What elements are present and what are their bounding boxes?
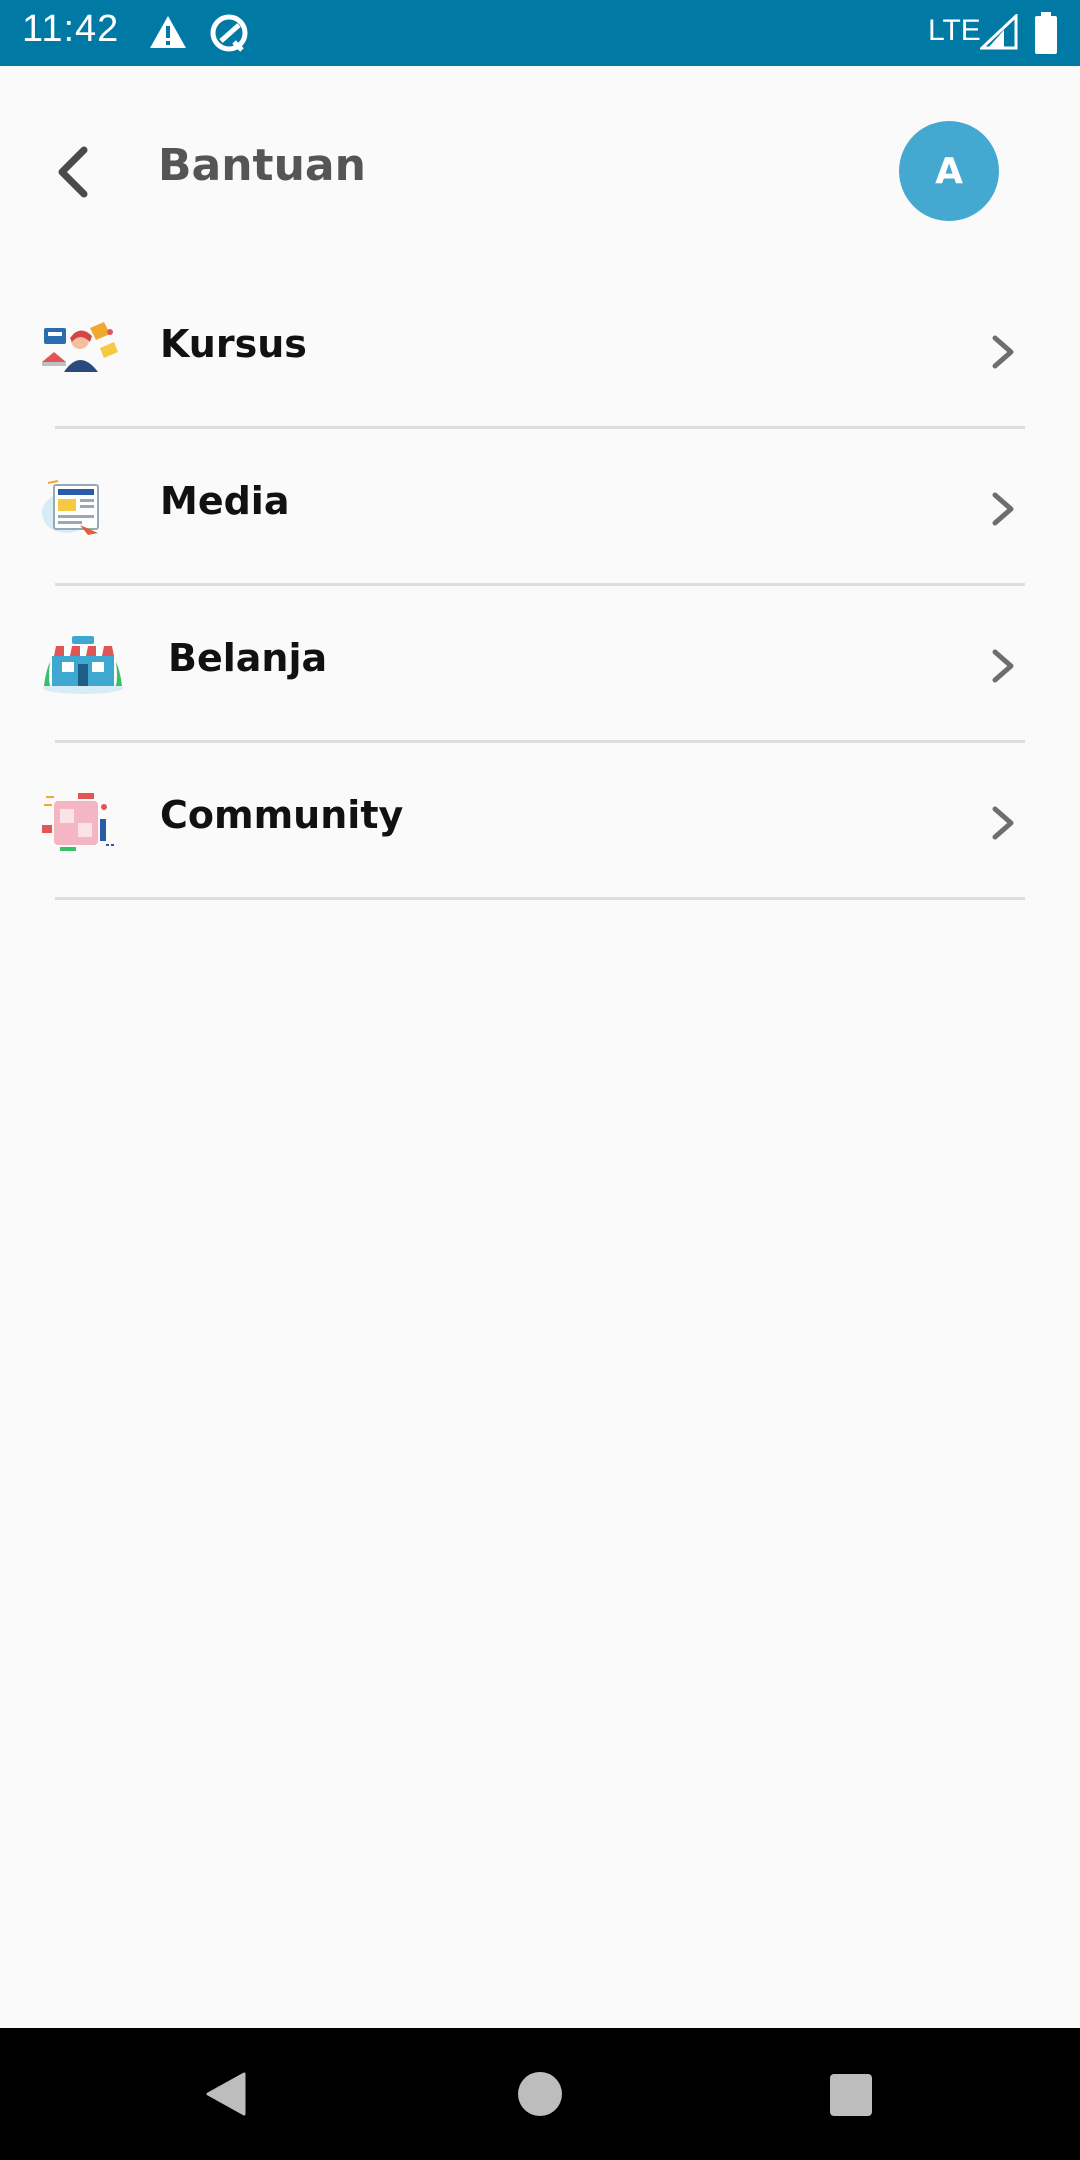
status-bar: 11:42 LTE [0,0,1080,66]
chevron-right-icon [992,492,1014,526]
app-header: Bantuan A [0,66,1080,276]
alert-icon [150,16,186,48]
nav-home-icon[interactable] [518,2072,562,2116]
course-illustration-icon [42,322,118,372]
signal-icon [980,14,1018,50]
chevron-right-icon [992,806,1014,840]
battery-icon [1035,12,1057,54]
menu-item-label: Media [160,479,290,523]
avatar-initial: A [935,150,963,192]
shop-illustration-icon [43,636,123,694]
system-navigation-bar [0,2028,1080,2160]
help-menu-list: Kursus Media Belanja Community [0,272,1080,900]
menu-item-community[interactable]: Community [0,743,1080,900]
sync-icon [210,14,248,52]
nav-back-icon[interactable] [204,2070,248,2118]
menu-item-kursus[interactable]: Kursus [0,272,1080,429]
menu-item-label: Community [160,793,404,837]
status-time: 11:42 [22,8,120,50]
chevron-right-icon [992,649,1014,683]
page-title: Bantuan [158,140,366,191]
back-button[interactable] [46,142,106,202]
network-type: LTE [928,14,981,47]
menu-item-media[interactable]: Media [0,429,1080,586]
menu-item-belanja[interactable]: Belanja [0,586,1080,743]
avatar[interactable]: A [899,121,999,221]
chevron-right-icon [992,335,1014,369]
media-illustration-icon [42,480,99,535]
menu-item-label: Belanja [168,636,328,680]
nav-recents-icon[interactable] [830,2074,872,2116]
menu-item-label: Kursus [160,322,307,366]
community-illustration-icon [42,793,116,851]
divider [55,897,1025,900]
